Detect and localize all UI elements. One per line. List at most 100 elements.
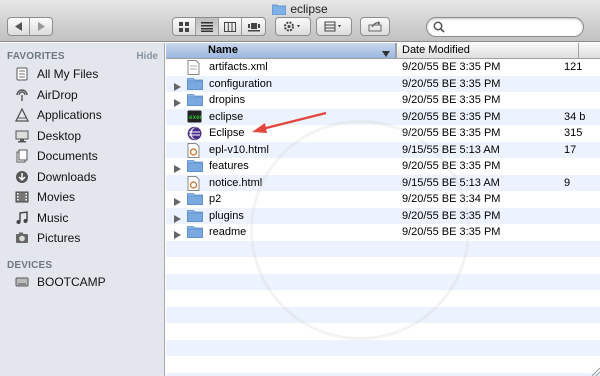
column-divider[interactable] <box>578 43 579 58</box>
column-view-button[interactable] <box>219 18 242 35</box>
file-date: 9/20/55 BE 3:35 PM <box>402 209 501 222</box>
file-row[interactable]: notice.html 9/15/55 BE 5:13 AM 9 <box>166 174 600 191</box>
html-file-icon <box>187 175 203 191</box>
sidebar-item-label: All My Files <box>37 67 99 81</box>
annotation-arrow <box>252 111 327 133</box>
coverflow-view-button[interactable] <box>242 18 265 35</box>
sidebar-item-label: Movies <box>37 190 76 204</box>
file-row[interactable]: epl-v10.html 9/15/55 BE 5:13 AM 17 <box>166 141 600 158</box>
devices-heading: DEVICES <box>7 260 53 271</box>
name-column-header[interactable]: Name <box>166 43 396 58</box>
folder-icon <box>271 3 287 18</box>
back-arrow-icon[interactable] <box>8 18 30 35</box>
file-row[interactable]: exec eclipse 9/20/55 BE 3:35 PM 34 b <box>166 108 600 125</box>
file-name: readme <box>209 226 247 238</box>
downloads-icon <box>14 169 30 185</box>
file-row[interactable]: readme 9/20/55 BE 3:35 PM <box>166 224 600 241</box>
sidebar-item-pictures[interactable]: Pictures <box>14 228 164 248</box>
file-name: notice.html <box>209 176 263 189</box>
vertical-scrollbar[interactable] <box>592 59 600 376</box>
file-date: 9/15/55 BE 5:13 AM <box>402 176 500 189</box>
sidebar-item-label: AirDrop <box>37 87 78 102</box>
share-button[interactable] <box>360 17 390 36</box>
file-row[interactable]: artifacts.xml 9/20/55 BE 3:35 PM 121 <box>166 59 600 76</box>
share-icon <box>361 18 389 35</box>
folder-icon <box>187 93 203 107</box>
folder-icon <box>187 225 203 239</box>
sidebar-item-applications[interactable]: Applications <box>14 105 164 125</box>
eclipse-app-icon <box>187 126 203 141</box>
airdrop-icon <box>14 87 30 103</box>
desktop-icon <box>14 128 30 144</box>
file-row[interactable]: features 9/20/55 BE 3:35 PM <box>166 158 600 175</box>
search-field[interactable] <box>426 17 584 37</box>
file-row[interactable]: dropins 9/20/55 BE 3:35 PM <box>166 92 600 109</box>
empty-row <box>166 290 600 307</box>
file-list: Name Date Modified artifacts.xml 9/20/55 … <box>166 43 600 376</box>
documents-icon <box>14 148 30 164</box>
date-column-header[interactable]: Date Modified <box>402 43 470 58</box>
document-icon <box>187 60 203 75</box>
sidebar-item-label: Pictures <box>37 231 81 245</box>
sidebar-item-downloads[interactable]: Downloads <box>14 167 164 187</box>
sidebar-item-bootcamp[interactable]: BOOTCAMP <box>14 272 164 292</box>
file-row[interactable]: plugins 9/20/55 BE 3:35 PM <box>166 207 600 224</box>
search-icon <box>433 21 445 36</box>
empty-row <box>166 257 600 274</box>
empty-row <box>166 240 600 257</box>
file-row[interactable]: p2 9/20/55 BE 3:34 PM <box>166 191 600 208</box>
movies-icon <box>14 189 30 205</box>
icon-view-button[interactable] <box>173 18 196 35</box>
file-date: 9/20/55 BE 3:35 PM <box>402 77 501 90</box>
file-name: dropins <box>209 94 246 106</box>
sidebar-item-label: Applications <box>37 108 102 122</box>
svg-text:exec: exec <box>189 114 202 121</box>
empty-row <box>166 323 600 340</box>
sidebar-item-label: Music <box>37 210 69 225</box>
empty-row <box>166 273 600 290</box>
file-row[interactable]: configuration 9/20/55 BE 3:35 PM <box>166 75 600 92</box>
file-date: 9/20/55 BE 3:35 PM <box>402 226 501 238</box>
sidebar-item-movies[interactable]: Movies <box>14 187 164 207</box>
sidebar-item-label: Documents <box>37 149 98 163</box>
folder-icon <box>187 159 203 173</box>
all-files-icon <box>14 66 30 82</box>
hide-favorites-button[interactable]: Hide <box>136 51 158 62</box>
executable-icon: exec <box>187 110 204 124</box>
column-header: Name Date Modified <box>166 43 600 59</box>
list-view-button[interactable] <box>196 18 219 35</box>
sidebar-item-label: Desktop <box>37 128 82 143</box>
arrange-menu-button[interactable] <box>316 17 352 36</box>
applications-icon <box>14 107 30 123</box>
music-icon <box>14 210 30 226</box>
resize-grip-icon[interactable] <box>590 366 600 376</box>
column-divider[interactable] <box>396 43 397 58</box>
file-date: 9/15/55 BE 5:13 AM <box>402 143 500 156</box>
search-input[interactable] <box>447 20 577 34</box>
sidebar-item-documents[interactable]: Documents <box>14 146 164 166</box>
file-name: plugins <box>209 209 244 222</box>
empty-row <box>166 306 600 323</box>
file-date: 9/20/55 BE 3:35 PM <box>402 127 501 139</box>
file-date: 9/20/55 BE 3:35 PM <box>402 61 501 73</box>
favorites-heading: FAVORITES <box>7 51 65 62</box>
html-file-icon <box>187 142 203 158</box>
folder-icon <box>187 77 203 91</box>
forward-arrow-icon[interactable] <box>30 18 52 35</box>
folder-icon <box>187 192 203 206</box>
action-menu-button[interactable] <box>275 17 311 36</box>
window-title-area: eclipse <box>0 2 600 18</box>
window-title: eclipse <box>290 2 328 16</box>
sidebar: FAVORITES Hide All My Files AirDrop Appl… <box>0 43 165 376</box>
file-name: Eclipse <box>209 127 245 139</box>
sidebar-item-airdrop[interactable]: AirDrop <box>14 85 164 105</box>
file-date: 9/20/55 BE 3:35 PM <box>402 110 501 123</box>
sidebar-item-music[interactable]: Music <box>14 208 164 228</box>
sidebar-item-label: BOOTCAMP <box>37 275 106 289</box>
file-row[interactable]: Eclipse 9/20/55 BE 3:35 PM 315 <box>166 125 600 142</box>
file-name: configuration <box>209 77 272 90</box>
sidebar-item-all-my-files[interactable]: All My Files <box>14 64 164 84</box>
file-name: p2 <box>209 193 222 205</box>
file-date: 9/20/55 BE 3:35 PM <box>402 94 501 106</box>
sidebar-item-desktop[interactable]: Desktop <box>14 126 164 146</box>
